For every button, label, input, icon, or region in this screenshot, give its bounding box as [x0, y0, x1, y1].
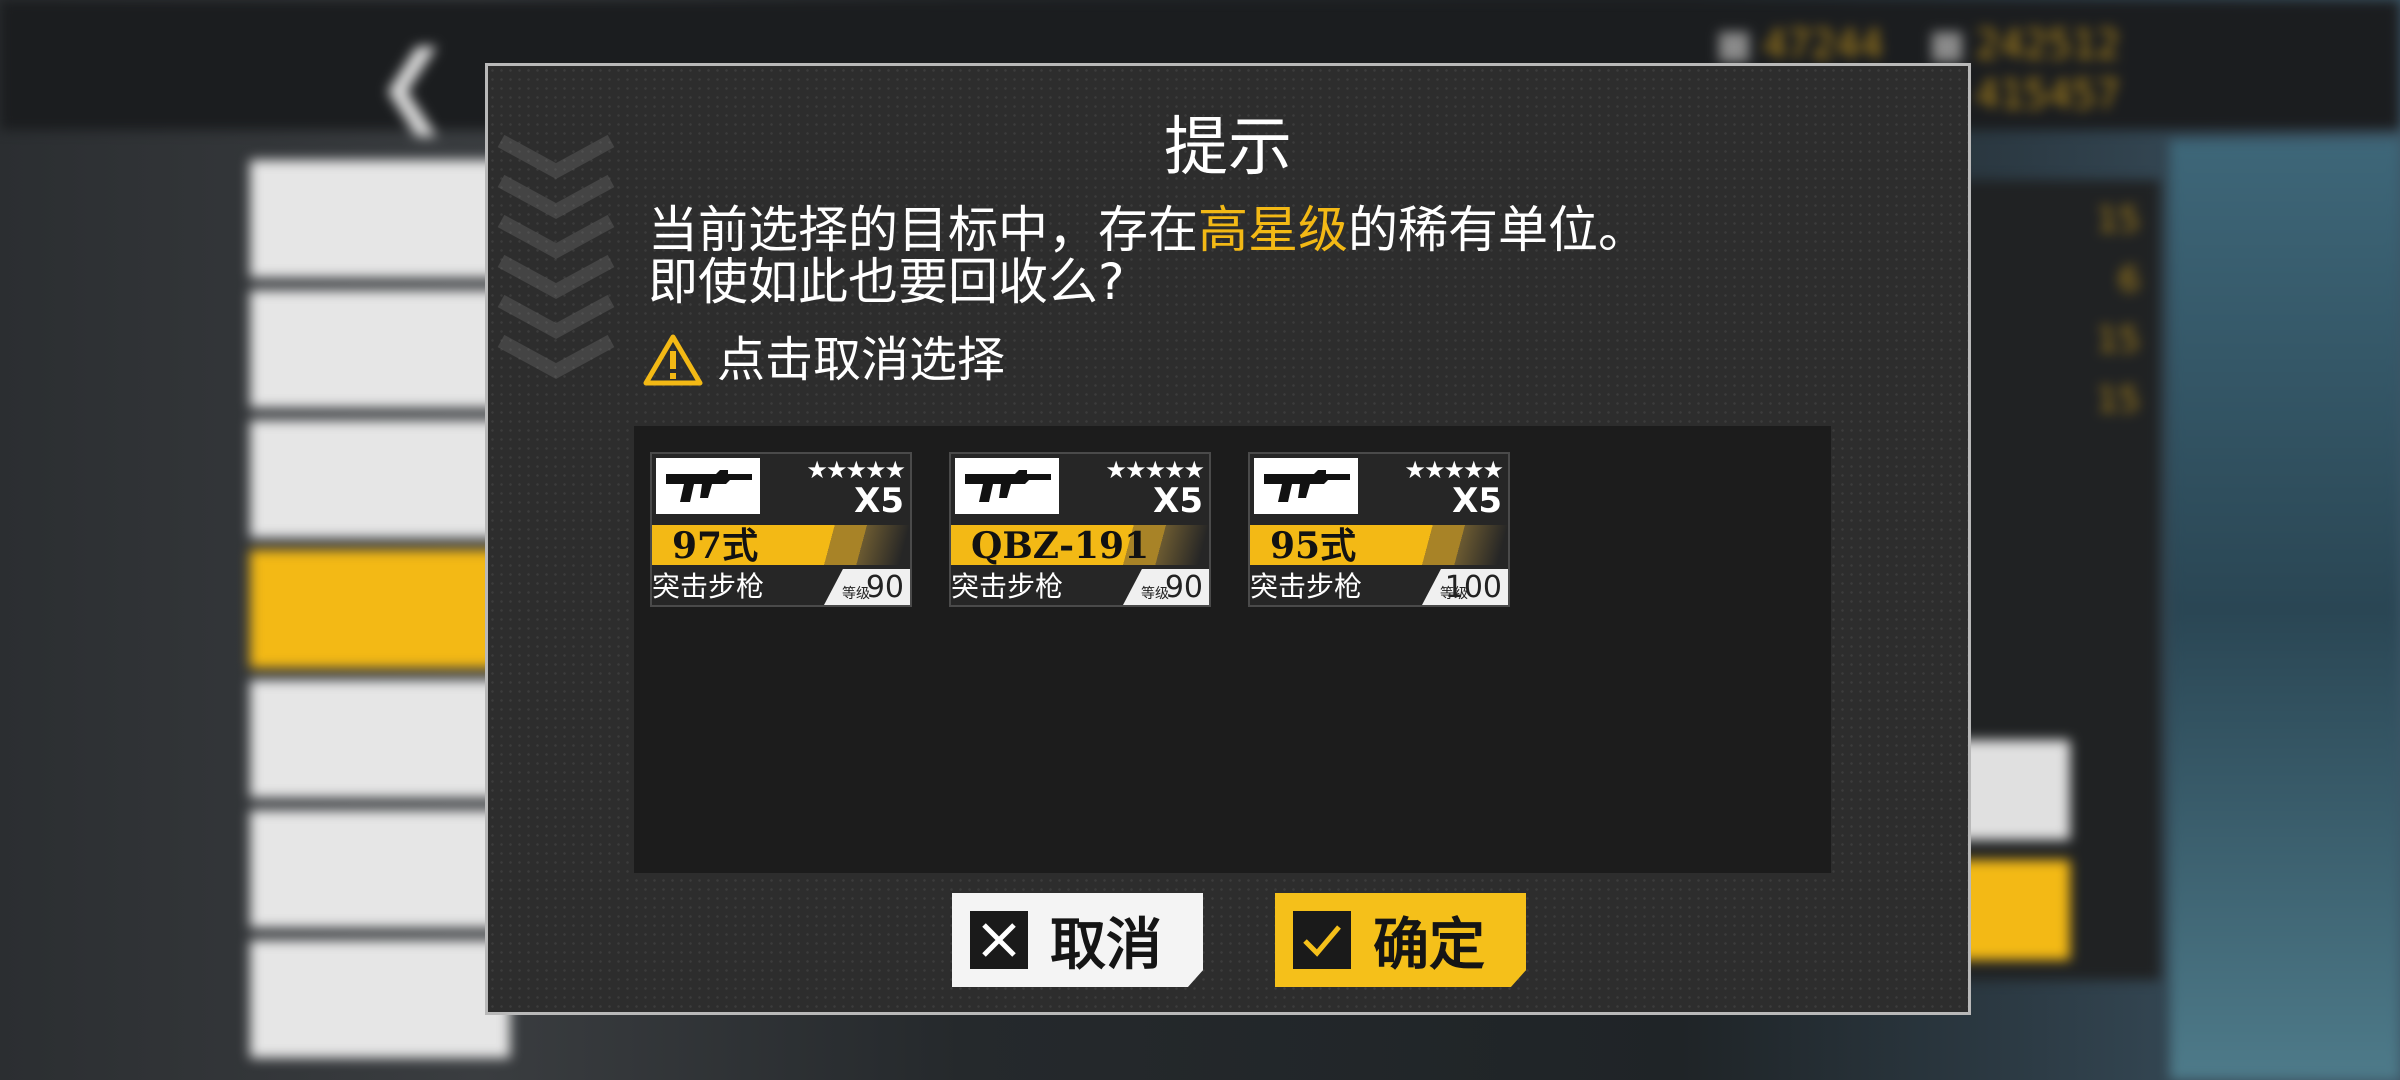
warning-icon	[643, 334, 703, 386]
dialog-message: 当前选择的目标中，存在高星级的稀有单位。 即使如此也要回收么?	[648, 204, 1648, 308]
hint-text: 点击取消选择	[717, 332, 1006, 388]
level-value: 90	[1164, 570, 1203, 605]
level-badge: 等级 90	[824, 569, 910, 605]
rifle-icon	[656, 458, 760, 514]
stat-value: 15	[2096, 200, 2140, 240]
rifle-icon	[1254, 458, 1358, 514]
confirm-button-label: 确定	[1373, 911, 1485, 978]
message-text: 当前选择的目标中，存在	[648, 201, 1198, 259]
side-menu-item[interactable]	[250, 420, 510, 538]
rarity-stars: ★★★★★	[806, 456, 906, 484]
resource-value: 242512	[1975, 22, 2121, 68]
card-header: ★★★★★ X5	[951, 454, 1209, 524]
unit-card[interactable]: ★★★★★ X5 97式 突击步枪 等级 90	[650, 452, 912, 607]
cancel-button-label: 取消	[1050, 911, 1162, 978]
unit-name: 97式	[672, 525, 759, 567]
level-value: 90	[865, 570, 904, 605]
rarity-stars: ★★★★★	[1105, 456, 1205, 484]
unit-type: 突击步枪	[652, 570, 765, 603]
confirm-dialog: 提示 当前选择的目标中，存在高星级的稀有单位。 即使如此也要回收么? 点击取消选…	[485, 63, 1971, 1015]
link-count: X5	[1452, 481, 1502, 521]
rarity-stars: ★★★★★	[1404, 456, 1504, 484]
message-highlight: 高星级	[1198, 201, 1348, 259]
side-menu-item[interactable]	[250, 810, 510, 928]
unit-type: 突击步枪	[951, 570, 1064, 603]
stat-value: 15	[2096, 320, 2140, 360]
side-menu	[250, 160, 510, 1070]
stat-value: 15	[2096, 380, 2140, 420]
message-line-2: 即使如此也要回收么?	[648, 253, 1125, 311]
side-menu-item[interactable]	[250, 680, 510, 798]
resource-icon	[1931, 32, 1962, 62]
hint-row: 点击取消选择	[643, 330, 1005, 390]
confirm-button[interactable]: 确定	[1275, 893, 1526, 987]
level-badge: 等级 100	[1422, 569, 1508, 605]
cancel-button[interactable]: 取消	[952, 893, 1203, 987]
back-arrow-icon[interactable]: ❮	[375, 40, 450, 130]
unit-card[interactable]: ★★★★★ X5 95式 突击步枪 等级 100	[1248, 452, 1510, 607]
selected-units-panel: ★★★★★ X5 97式 突击步枪 等级 90 ★★★★★ X5 QBZ-191…	[634, 426, 1831, 873]
unit-name: 95式	[1270, 525, 1357, 567]
side-menu-item[interactable]	[250, 290, 510, 408]
level-value: 100	[1444, 570, 1502, 605]
side-menu-item[interactable]	[250, 160, 510, 278]
resource-icon	[1718, 32, 1749, 62]
rifle-icon	[955, 458, 1059, 514]
link-count: X5	[854, 481, 904, 521]
side-menu-item[interactable]	[250, 940, 510, 1058]
unit-name: QBZ-191	[971, 525, 1150, 567]
level-badge: 等级 90	[1123, 569, 1209, 605]
dialog-title: 提示	[1164, 111, 1292, 185]
unit-card[interactable]: ★★★★★ X5 QBZ-191 突击步枪 等级 90	[949, 452, 1211, 607]
link-count: X5	[1153, 481, 1203, 521]
stat-value: 6	[2118, 260, 2140, 300]
resource-value: 415457	[1975, 72, 2121, 118]
message-text: 的稀有单位。	[1348, 201, 1648, 259]
background-scenery	[2170, 140, 2400, 1080]
close-x-icon	[970, 911, 1028, 969]
message-line-1: 当前选择的目标中，存在高星级的稀有单位。	[648, 204, 1648, 256]
card-header: ★★★★★ X5	[1250, 454, 1508, 524]
unit-type: 突击步枪	[1250, 570, 1363, 603]
side-menu-item-active[interactable]	[250, 550, 510, 668]
resource-value: 47244	[1762, 22, 1884, 68]
card-header: ★★★★★ X5	[652, 454, 910, 524]
check-icon	[1293, 911, 1351, 969]
